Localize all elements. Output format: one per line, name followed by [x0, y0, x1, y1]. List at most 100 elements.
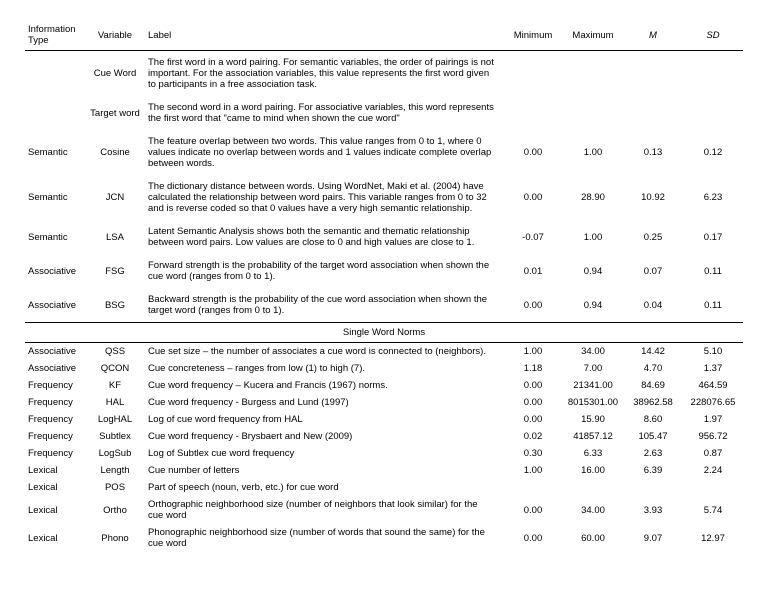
table-row: AssociativeBSGBackward strength is the p… — [25, 288, 743, 323]
cell-m: 0.13 — [623, 130, 683, 175]
cell-variable: QSS — [85, 343, 145, 361]
cell-m: 38962.58 — [623, 394, 683, 411]
cell-type: Frequency — [25, 394, 85, 411]
cell-sd: 0.12 — [683, 130, 743, 175]
cell-max: 28.90 — [563, 175, 623, 220]
cell-type: Semantic — [25, 220, 85, 254]
table-row: SemanticJCNThe dictionary distance betwe… — [25, 175, 743, 220]
cell-variable: Target word — [85, 96, 145, 130]
cell-type — [25, 51, 85, 97]
cell-variable: POS — [85, 479, 145, 496]
table-row: LexicalPhonoPhonographic neighborhood si… — [25, 524, 743, 552]
cell-max: 34.00 — [563, 343, 623, 361]
cell-sd: 5.10 — [683, 343, 743, 361]
cell-min: 1.00 — [503, 343, 563, 361]
cell-label: Log of cue word frequency from HAL — [145, 411, 503, 428]
header-max: Maximum — [563, 20, 623, 51]
cell-type: Lexical — [25, 496, 85, 524]
cell-min: 0.30 — [503, 445, 563, 462]
cell-sd: 956.72 — [683, 428, 743, 445]
cell-max: 16.00 — [563, 462, 623, 479]
header-variable: Variable — [85, 20, 145, 51]
cell-label: Orthographic neighborhood size (number o… — [145, 496, 503, 524]
cell-max: 1.00 — [563, 130, 623, 175]
table-row: LexicalOrthoOrthographic neighborhood si… — [25, 496, 743, 524]
cell-m: 0.04 — [623, 288, 683, 323]
cell-min: 0.01 — [503, 254, 563, 288]
cell-sd: 5.74 — [683, 496, 743, 524]
cell-sd: 0.17 — [683, 220, 743, 254]
cell-variable: LogSub — [85, 445, 145, 462]
cell-min: 0.00 — [503, 288, 563, 323]
cell-label: The feature overlap between two words. T… — [145, 130, 503, 175]
table-row: AssociativeFSGForward strength is the pr… — [25, 254, 743, 288]
cell-min: 1.18 — [503, 360, 563, 377]
cell-m: 14.42 — [623, 343, 683, 361]
table-row: SemanticCosineThe feature overlap betwee… — [25, 130, 743, 175]
cell-type: Frequency — [25, 445, 85, 462]
cell-type: Frequency — [25, 428, 85, 445]
cell-max: 6.33 — [563, 445, 623, 462]
cell-m — [623, 479, 683, 496]
cell-type: Associative — [25, 254, 85, 288]
cell-max: 7.00 — [563, 360, 623, 377]
cell-max — [563, 479, 623, 496]
cell-max: 0.94 — [563, 254, 623, 288]
cell-m: 10.92 — [623, 175, 683, 220]
table-row: FrequencyLogSubLog of Subtlex cue word f… — [25, 445, 743, 462]
cell-min: -0.07 — [503, 220, 563, 254]
cell-max: 34.00 — [563, 496, 623, 524]
cell-type: Associative — [25, 360, 85, 377]
cell-m: 9.07 — [623, 524, 683, 552]
cell-type — [25, 96, 85, 130]
cell-variable: Cue Word — [85, 51, 145, 97]
cell-min: 1.00 — [503, 462, 563, 479]
cell-min: 0.00 — [503, 175, 563, 220]
header-min: Minimum — [503, 20, 563, 51]
cell-variable: Cosine — [85, 130, 145, 175]
cell-min: 0.02 — [503, 428, 563, 445]
cell-type: Frequency — [25, 377, 85, 394]
cell-type: Associative — [25, 288, 85, 323]
table-row: FrequencyLogHALLog of cue word frequency… — [25, 411, 743, 428]
cell-type: Semantic — [25, 130, 85, 175]
cell-min — [503, 96, 563, 130]
cell-max: 60.00 — [563, 524, 623, 552]
cell-label: Latent Semantic Analysis shows both the … — [145, 220, 503, 254]
cell-max — [563, 51, 623, 97]
table-row: FrequencyHALCue word frequency - Burgess… — [25, 394, 743, 411]
cell-type: Lexical — [25, 479, 85, 496]
cell-type: Associative — [25, 343, 85, 361]
cell-m: 0.07 — [623, 254, 683, 288]
cell-variable: HAL — [85, 394, 145, 411]
cell-label: The second word in a word pairing. For a… — [145, 96, 503, 130]
cell-variable: QCON — [85, 360, 145, 377]
table-row: FrequencySubtlexCue word frequency - Bry… — [25, 428, 743, 445]
section-title: Single Word Norms — [25, 323, 743, 343]
cell-type: Lexical — [25, 524, 85, 552]
cell-variable: Ortho — [85, 496, 145, 524]
cell-m: 0.25 — [623, 220, 683, 254]
header-sd: SD — [683, 20, 743, 51]
cell-label: Cue word frequency - Burgess and Lund (1… — [145, 394, 503, 411]
section-row: Single Word Norms — [25, 323, 743, 343]
cell-sd — [683, 479, 743, 496]
cell-min: 0.00 — [503, 130, 563, 175]
cell-label: Phonographic neighborhood size (number o… — [145, 524, 503, 552]
cell-max: 21341.00 — [563, 377, 623, 394]
table-row: SemanticLSALatent Semantic Analysis show… — [25, 220, 743, 254]
cell-m: 105.47 — [623, 428, 683, 445]
cell-variable: LSA — [85, 220, 145, 254]
table-row: LexicalPOSPart of speech (noun, verb, et… — [25, 479, 743, 496]
cell-label: Cue word frequency - Brysbaert and New (… — [145, 428, 503, 445]
header-type: Information Type — [25, 20, 85, 51]
cell-type: Lexical — [25, 462, 85, 479]
cell-label: Backward strength is the probability of … — [145, 288, 503, 323]
cell-min — [503, 479, 563, 496]
table-row: AssociativeQCONCue concreteness – ranges… — [25, 360, 743, 377]
cell-variable: Phono — [85, 524, 145, 552]
cell-min: 0.00 — [503, 394, 563, 411]
cell-label: The dictionary distance between words. U… — [145, 175, 503, 220]
cell-sd: 12.97 — [683, 524, 743, 552]
cell-variable: JCN — [85, 175, 145, 220]
